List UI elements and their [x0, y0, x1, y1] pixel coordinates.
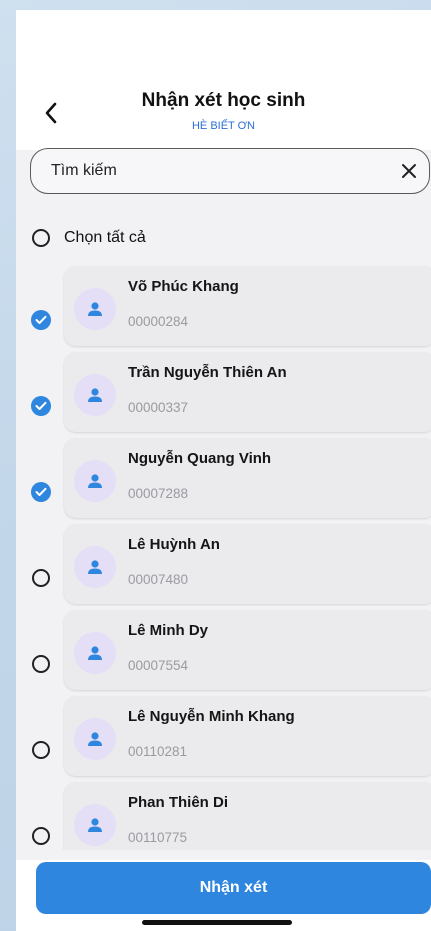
- student-name: Lê Nguyễn Minh Khang: [128, 708, 295, 725]
- student-list: Võ Phúc Khang 00000284 Trần Nguyễn Thiên A…: [16, 264, 431, 850]
- student-select-toggle[interactable]: [29, 308, 53, 332]
- student-code: 00007288: [128, 486, 189, 501]
- student-name: Võ Phúc Khang: [128, 278, 239, 295]
- student-select-toggle[interactable]: [29, 652, 53, 676]
- unchecked-radio-icon[interactable]: [32, 741, 50, 759]
- student-code: 00110281: [128, 744, 188, 759]
- student-name: Nguyễn Quang Vinh: [128, 450, 272, 467]
- student-card[interactable]: Võ Phúc Khang 00000284: [64, 266, 431, 346]
- student-code: 00000337: [128, 400, 189, 415]
- student-name: Phan Thiên Di: [128, 794, 229, 811]
- student-row: Phan Thiên Di 00110775: [16, 780, 431, 850]
- person-icon: [88, 302, 102, 316]
- student-code: 00110775: [128, 830, 188, 845]
- person-icon: [88, 474, 102, 488]
- student-name: Trần Nguyễn Thiên An: [128, 364, 287, 381]
- select-all-label: Chọn tất cả: [64, 229, 146, 246]
- student-select-toggle[interactable]: [29, 824, 53, 848]
- page-title: Nhận xét học sinh: [141, 90, 306, 111]
- student-code: 00000284: [128, 314, 189, 329]
- search-box: [30, 148, 430, 194]
- avatar: [74, 288, 116, 330]
- phone-screen: Nhận xét học sinh HÈ BIẾT ƠN Chọn tất cả…: [16, 10, 431, 931]
- person-icon: [88, 560, 102, 574]
- unchecked-radio-icon[interactable]: [32, 569, 50, 587]
- checkmark-icon[interactable]: [31, 396, 51, 416]
- student-code: 00007554: [128, 658, 189, 673]
- student-card[interactable]: Trần Nguyễn Thiên An 00000337: [64, 352, 431, 432]
- close-icon: [402, 164, 416, 178]
- home-indicator: [142, 920, 292, 925]
- comment-button[interactable]: Nhận xét: [36, 862, 431, 914]
- student-row: Trần Nguyễn Thiên An 00000337: [16, 350, 431, 434]
- student-card[interactable]: Phan Thiên Di 00110775: [64, 782, 431, 850]
- student-select-toggle[interactable]: [29, 480, 53, 504]
- person-icon: [88, 732, 102, 746]
- avatar: [74, 718, 116, 760]
- checkmark-icon[interactable]: [31, 310, 51, 330]
- person-icon: [88, 388, 102, 402]
- student-name: Lê Huỳnh An: [128, 536, 220, 553]
- student-select-toggle[interactable]: [29, 394, 53, 418]
- student-name: Lê Minh Dy: [128, 622, 209, 639]
- person-icon: [88, 646, 102, 660]
- student-row: Nguyễn Quang Vinh 00007288: [16, 436, 431, 520]
- student-code: 00007480: [128, 572, 189, 587]
- student-row: Lê Nguyễn Minh Khang 00110281: [16, 694, 431, 778]
- search-input[interactable]: [31, 161, 389, 181]
- avatar: [74, 460, 116, 502]
- avatar: [74, 632, 116, 674]
- checkmark-icon[interactable]: [31, 482, 51, 502]
- clear-search-button[interactable]: [389, 151, 429, 191]
- person-icon: [88, 818, 102, 832]
- student-card[interactable]: Lê Huỳnh An 00007480: [64, 524, 431, 604]
- unchecked-radio-icon[interactable]: [32, 655, 50, 673]
- header: Nhận xét học sinh HÈ BIẾT ƠN: [16, 10, 431, 150]
- student-card[interactable]: Lê Minh Dy 00007554: [64, 610, 431, 690]
- student-row: Lê Huỳnh An 00007480: [16, 522, 431, 606]
- unchecked-radio-icon[interactable]: [32, 827, 50, 845]
- student-select-toggle[interactable]: [29, 738, 53, 762]
- avatar: [74, 804, 116, 846]
- avatar: [74, 546, 116, 588]
- avatar: [74, 374, 116, 416]
- student-row: Võ Phúc Khang 00000284: [16, 264, 431, 348]
- student-card[interactable]: Nguyễn Quang Vinh 00007288: [64, 438, 431, 518]
- student-card[interactable]: Lê Nguyễn Minh Khang 00110281: [64, 696, 431, 776]
- page-subtitle: HÈ BIẾT ƠN: [191, 120, 256, 132]
- student-row: Lê Minh Dy 00007554: [16, 608, 431, 692]
- select-all-radio[interactable]: [32, 229, 50, 247]
- student-select-toggle[interactable]: [29, 566, 53, 590]
- select-all-toggle[interactable]: Chọn tất cả: [32, 226, 146, 250]
